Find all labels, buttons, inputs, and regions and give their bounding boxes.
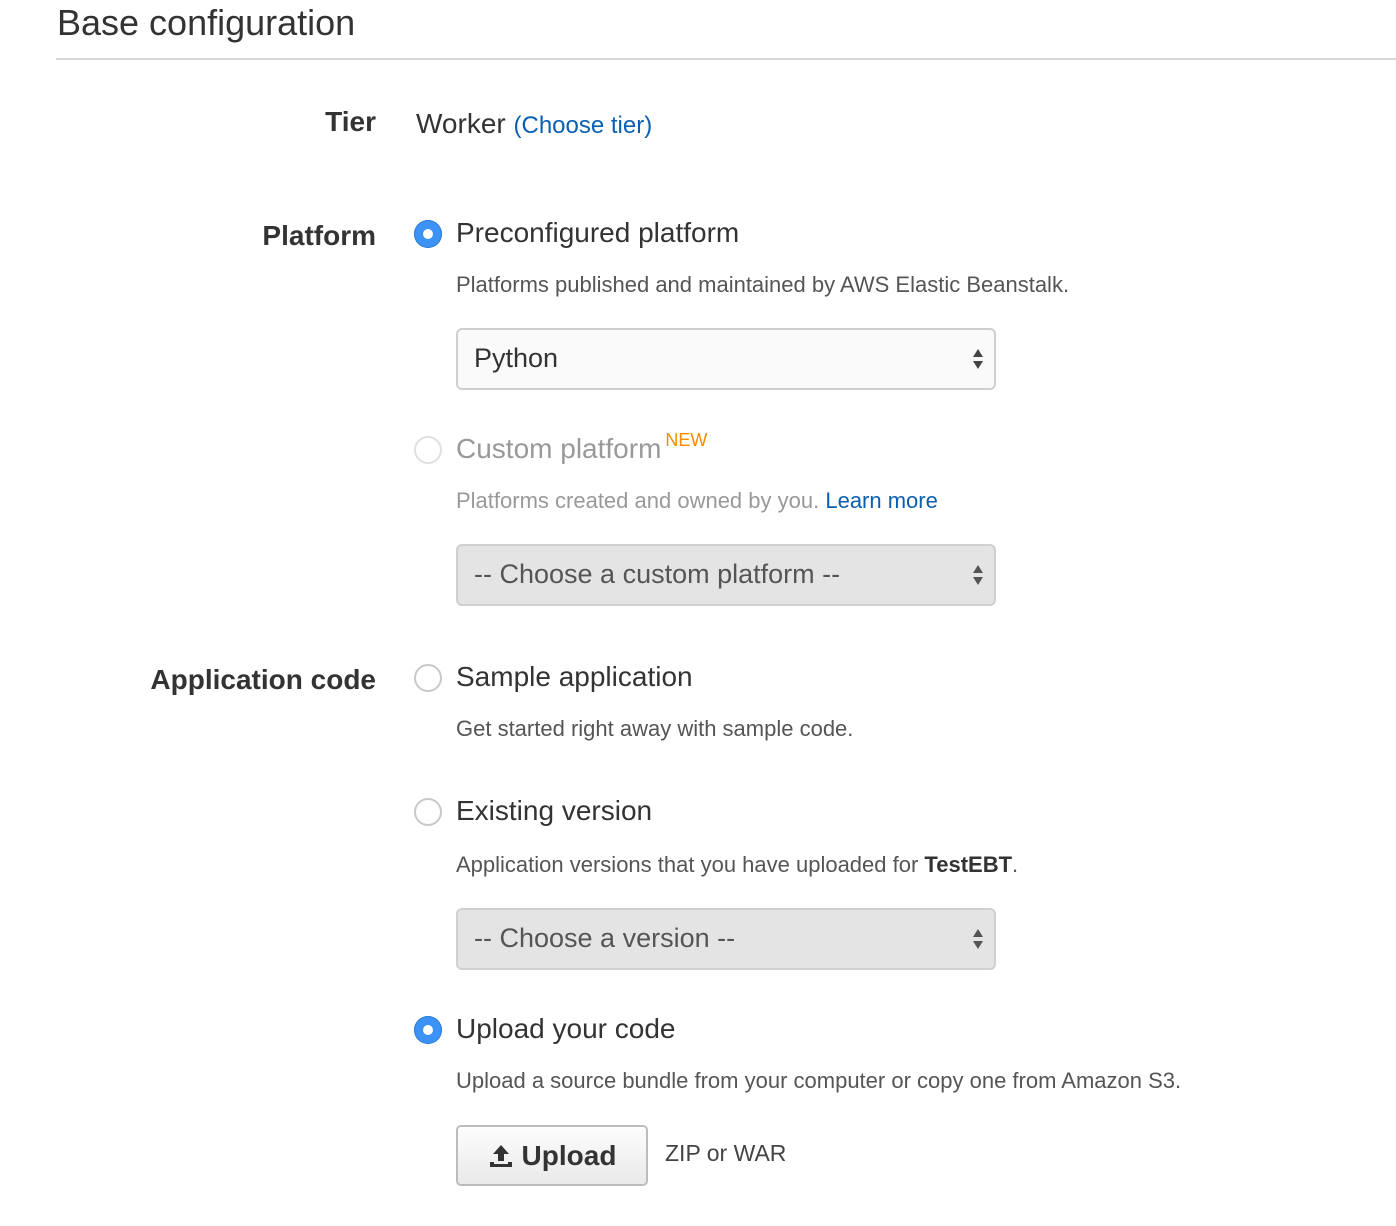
- select-arrows-icon: [973, 349, 983, 369]
- application-name: TestEBT: [924, 852, 1013, 877]
- tier-label: Tier: [325, 106, 376, 137]
- section-divider: [56, 58, 1396, 60]
- tier-value-row: Worker (Choose tier): [416, 108, 652, 140]
- select-arrows-icon: [973, 565, 983, 585]
- platform-select[interactable]: Python: [456, 328, 996, 390]
- custom-platform-select-value: -- Choose a custom platform --: [474, 559, 841, 589]
- choose-tier-link[interactable]: (Choose tier): [514, 112, 653, 139]
- custom-platform-radio[interactable]: [414, 436, 442, 464]
- upload-icon: [489, 1144, 512, 1167]
- custom-platform-help: Platforms created and owned by you.: [456, 488, 820, 513]
- existing-version-help-text: Application versions that you have uploa…: [456, 852, 925, 877]
- custom-platform-label: Custom platform: [456, 433, 662, 464]
- preconfigured-platform-radio[interactable]: [414, 220, 442, 248]
- existing-version-label[interactable]: Existing version: [456, 795, 652, 827]
- upload-formats: ZIP or WAR: [665, 1140, 787, 1166]
- version-select[interactable]: -- Choose a version --: [456, 908, 996, 970]
- new-badge: NEW: [665, 430, 708, 450]
- select-arrows-icon: [973, 929, 983, 949]
- custom-platform-help-row: Platforms created and owned by you. Lear…: [456, 488, 938, 514]
- existing-version-radio[interactable]: [414, 798, 442, 826]
- existing-version-help-suffix: .: [1012, 852, 1019, 877]
- existing-version-help: Application versions that you have uploa…: [456, 852, 1018, 878]
- custom-platform-label-row[interactable]: Custom platform NEW: [456, 430, 708, 465]
- upload-code-label[interactable]: Upload your code: [456, 1013, 675, 1045]
- sample-application-label[interactable]: Sample application: [456, 661, 693, 693]
- upload-code-help: Upload a source bundle from your compute…: [456, 1068, 1182, 1093]
- application-code-label: Application code: [150, 664, 376, 695]
- platform-label: Platform: [262, 220, 376, 251]
- custom-platform-select[interactable]: -- Choose a custom platform --: [456, 544, 996, 606]
- preconfigured-platform-help: Platforms published and maintained by AW…: [456, 272, 1070, 297]
- sample-application-help: Get started right away with sample code.: [456, 716, 854, 741]
- version-select-value: -- Choose a version --: [474, 923, 736, 953]
- learn-more-link[interactable]: Learn more: [825, 488, 938, 513]
- preconfigured-platform-label[interactable]: Preconfigured platform: [456, 217, 739, 249]
- upload-code-radio[interactable]: [414, 1016, 442, 1044]
- sample-application-radio[interactable]: [414, 664, 442, 692]
- platform-select-value: Python: [474, 343, 559, 373]
- upload-button[interactable]: Upload: [456, 1125, 648, 1186]
- tier-value: Worker: [416, 108, 506, 139]
- upload-button-label: Upload: [521, 1139, 617, 1171]
- section-title: Base configuration: [57, 2, 356, 43]
